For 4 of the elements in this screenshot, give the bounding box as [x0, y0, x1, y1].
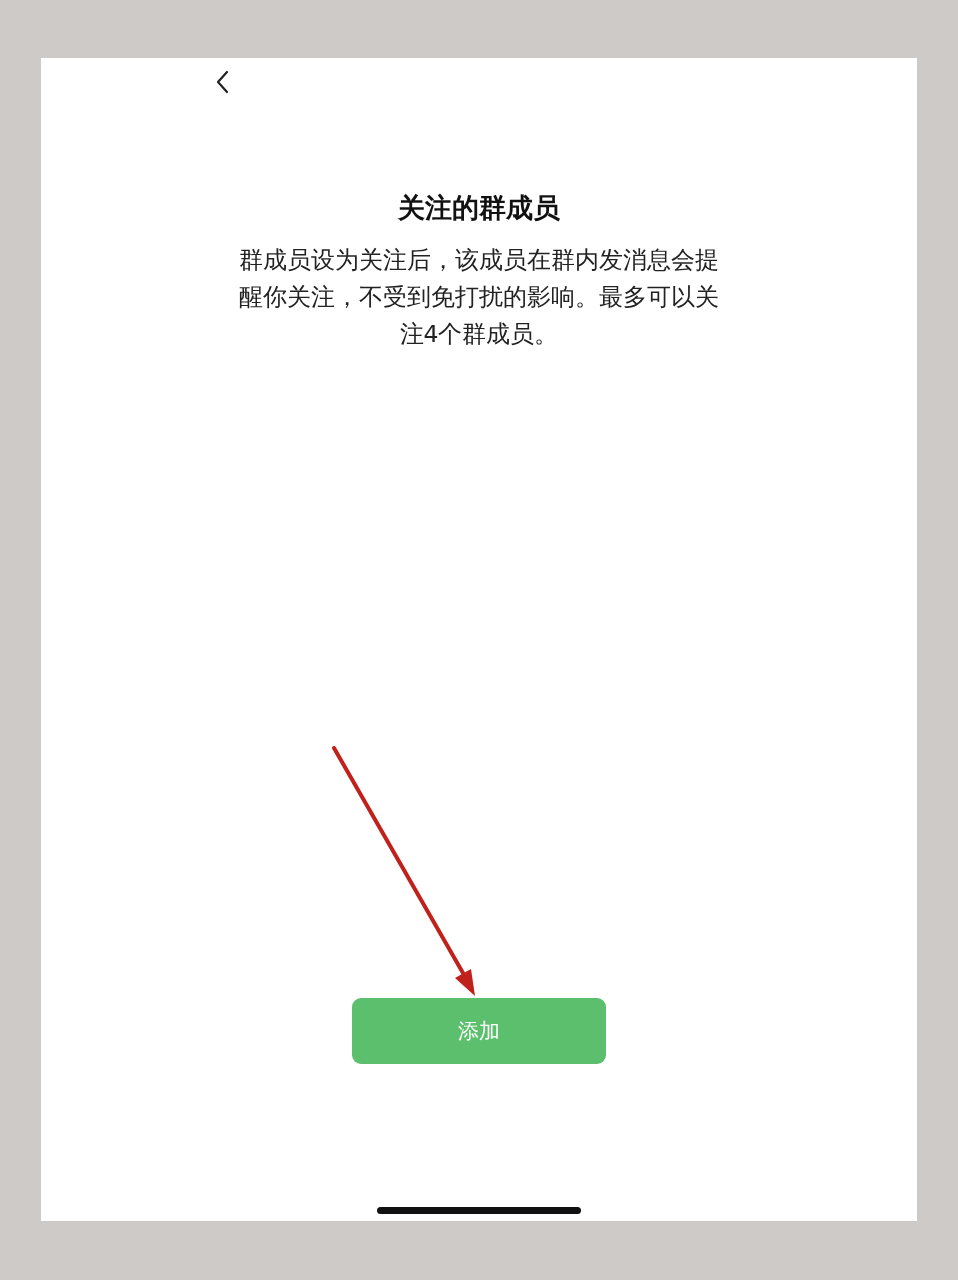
page-title: 关注的群成员 [398, 191, 560, 225]
description-text: 群成员设为关注后，该成员在群内发消息会提醒你关注，不受到免打扰的影响。最多可以关注4个群成员。 [238, 245, 720, 350]
add-button[interactable]: 添加 [352, 998, 606, 1064]
back-icon[interactable] [215, 70, 229, 94]
